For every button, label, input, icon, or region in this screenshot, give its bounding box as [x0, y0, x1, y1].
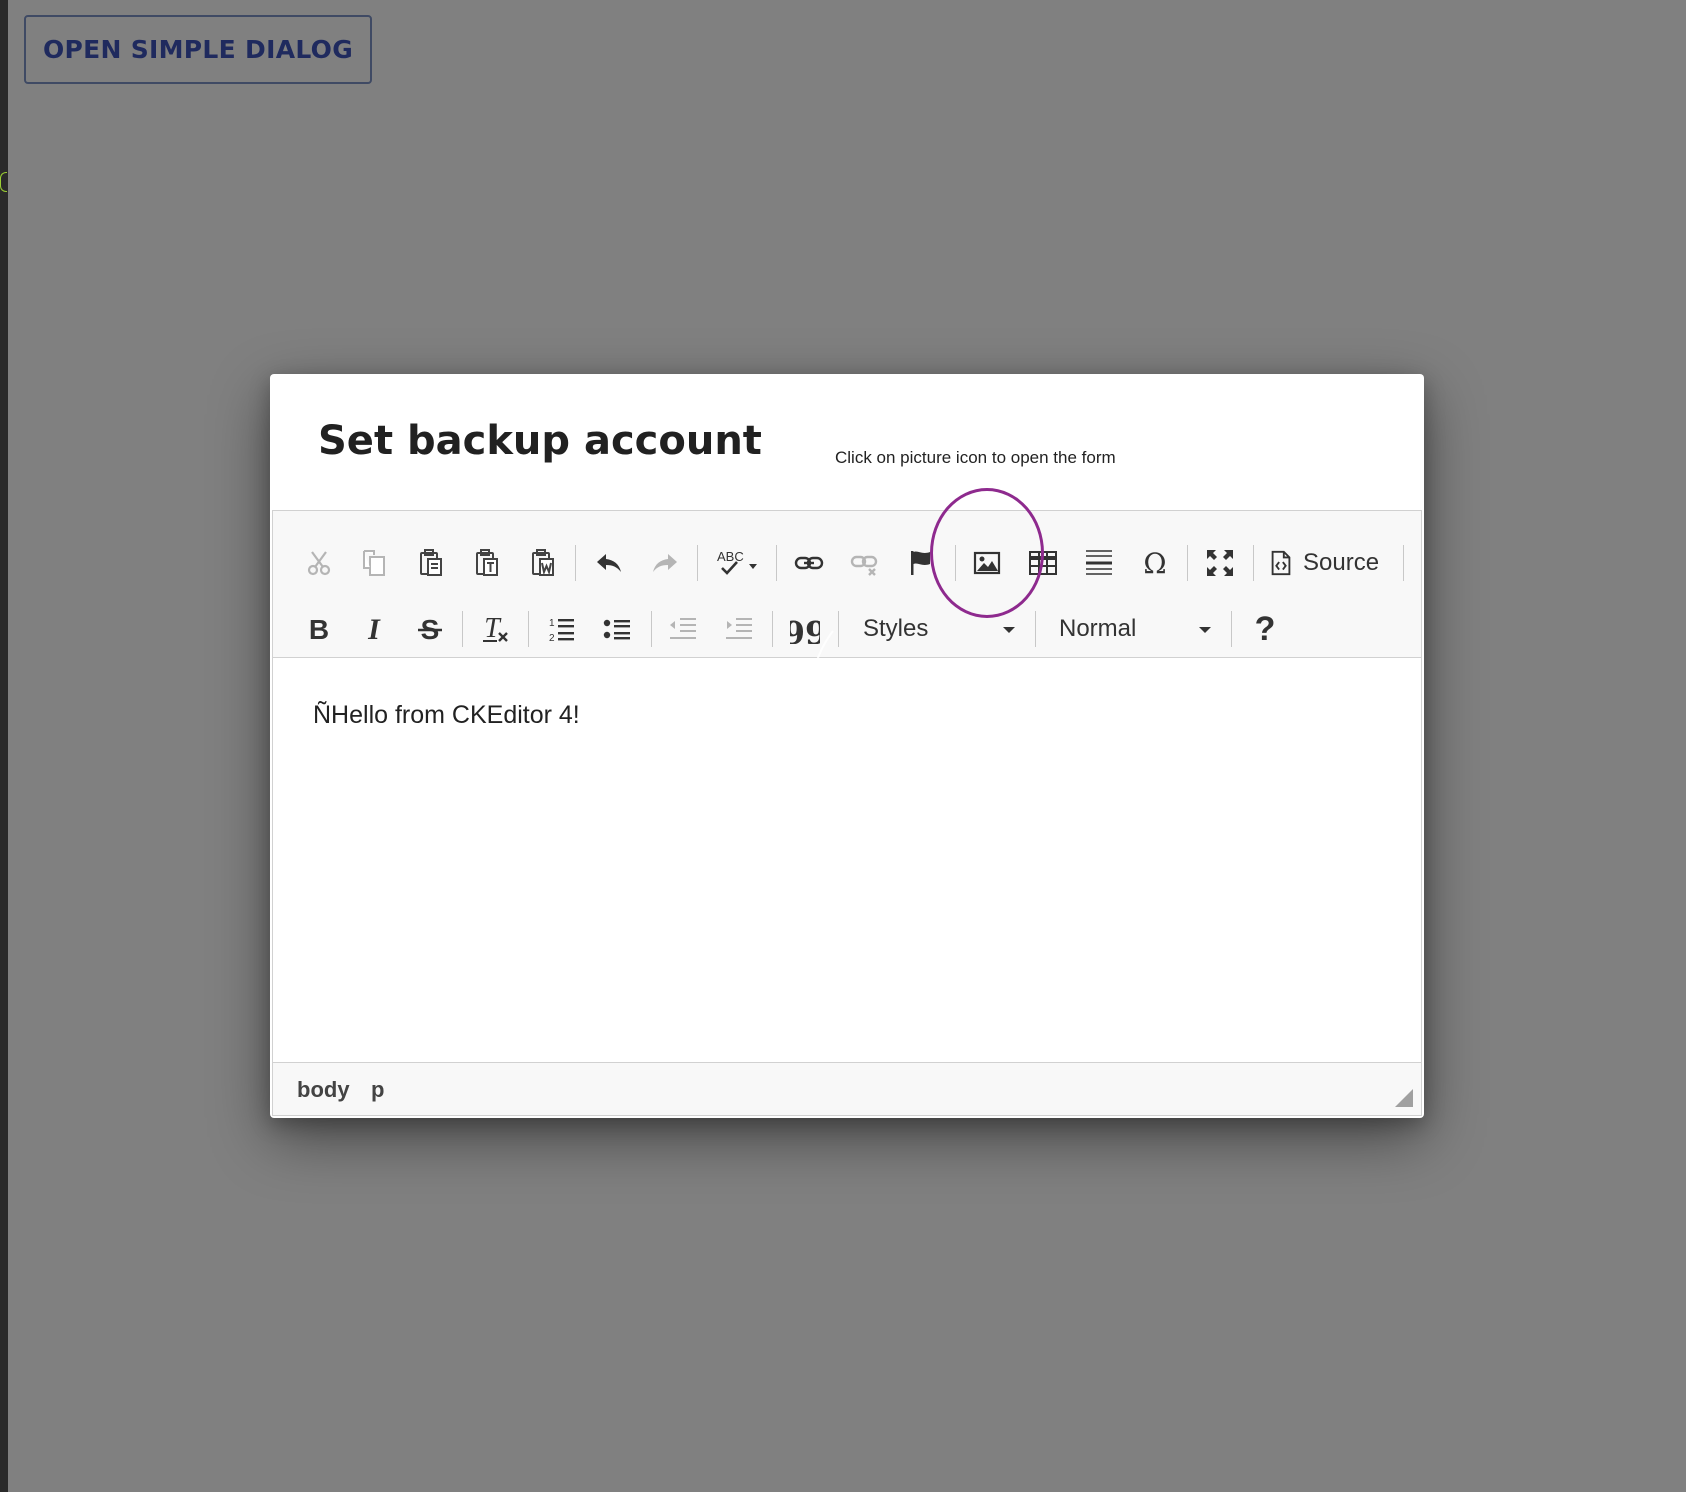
- editor-statusbar: body p: [273, 1062, 1421, 1115]
- remove-format-icon[interactable]: T: [473, 607, 517, 651]
- source-label: Source: [1303, 549, 1380, 576]
- blockquote-icon[interactable]: 99: [783, 607, 827, 651]
- svg-text:1: 1: [549, 618, 555, 629]
- path-body[interactable]: body: [297, 1077, 350, 1103]
- bold-icon[interactable]: B: [297, 607, 341, 651]
- indent-icon[interactable]: [717, 607, 761, 651]
- source-icon: [1271, 550, 1291, 576]
- toolbar-separator: [1187, 545, 1188, 581]
- styles-dropdown[interactable]: Styles: [851, 607, 1021, 651]
- format-dropdown[interactable]: Normal: [1047, 607, 1217, 651]
- resize-handle-icon[interactable]: [1395, 1089, 1413, 1107]
- outdent-icon[interactable]: [661, 607, 705, 651]
- svg-text:I: I: [367, 614, 381, 644]
- spellcheck-icon[interactable]: ABC: [709, 541, 767, 585]
- svg-text:B: B: [309, 614, 329, 644]
- toolbar-separator: [1231, 611, 1232, 647]
- editor-toolbar: ABC Ω Source B I S T 1 2 99 Styles Norma…: [273, 511, 1421, 798]
- toolbar-separator: [776, 545, 777, 581]
- toolbar-separator: [528, 611, 529, 647]
- styles-label: Styles: [863, 615, 929, 642]
- unlink-icon[interactable]: [843, 541, 887, 585]
- paste-icon[interactable]: [409, 541, 453, 585]
- italic-icon[interactable]: I: [352, 607, 396, 651]
- bulleted-list-icon[interactable]: [595, 607, 639, 651]
- undo-icon[interactable]: [587, 541, 631, 585]
- dialog-title: Set backup account: [318, 418, 762, 464]
- chevron-down-icon: [1199, 627, 1211, 633]
- svg-text:ABC: ABC: [717, 549, 744, 564]
- svg-text:99: 99: [790, 614, 820, 644]
- left-edge-strip: [0, 0, 8, 1492]
- copy-icon[interactable]: [352, 541, 396, 585]
- toolbar-separator: [772, 611, 773, 647]
- toolbar-separator: [575, 545, 576, 581]
- table-icon[interactable]: [1021, 541, 1065, 585]
- edge-mark: [0, 172, 7, 192]
- cut-icon[interactable]: [297, 541, 341, 585]
- hint-text: Click on picture icon to open the form: [835, 448, 1116, 467]
- strikethrough-icon[interactable]: S: [408, 607, 452, 651]
- svg-text:Ω: Ω: [1143, 548, 1166, 578]
- toolbar-separator: [1403, 545, 1404, 581]
- open-simple-dialog-button[interactable]: OPEN SIMPLE DIALOG: [24, 15, 372, 84]
- image-icon[interactable]: [965, 541, 1009, 585]
- link-icon[interactable]: [787, 541, 831, 585]
- chevron-down-icon: [1003, 627, 1015, 633]
- svg-text:2: 2: [549, 633, 555, 644]
- anchor-icon[interactable]: [899, 541, 943, 585]
- toolbar-separator: [1253, 545, 1254, 581]
- redo-icon[interactable]: [643, 541, 687, 585]
- help-button[interactable]: ?: [1243, 607, 1287, 651]
- paste-word-icon[interactable]: [521, 541, 565, 585]
- toolbar-separator: [462, 611, 463, 647]
- numbered-list-icon[interactable]: 12: [539, 607, 583, 651]
- toolbar-separator: [697, 545, 698, 581]
- toolbar-separator: [651, 611, 652, 647]
- dialog: Set backup account Click on picture icon…: [270, 374, 1424, 1118]
- toolbar-separator: [955, 545, 956, 581]
- toolbar-separator: [1035, 611, 1036, 647]
- format-label: Normal: [1059, 615, 1137, 642]
- special-char-icon[interactable]: Ω: [1133, 541, 1177, 585]
- path-p[interactable]: p: [371, 1077, 384, 1103]
- rich-text-editor: ABC Ω Source B I S T 1 2 99 Styles Norma…: [272, 510, 1422, 1116]
- editor-content[interactable]: ÑHello from CKEditor 4!: [313, 701, 580, 730]
- source-button[interactable]: Source: [1267, 541, 1379, 585]
- horizontal-line-icon[interactable]: [1077, 541, 1121, 585]
- help-icon: ?: [1254, 609, 1276, 648]
- annotation-stroke: [807, 630, 834, 798]
- maximize-icon[interactable]: [1198, 541, 1242, 585]
- paste-text-icon[interactable]: [465, 541, 509, 585]
- toolbar-separator: [838, 611, 839, 647]
